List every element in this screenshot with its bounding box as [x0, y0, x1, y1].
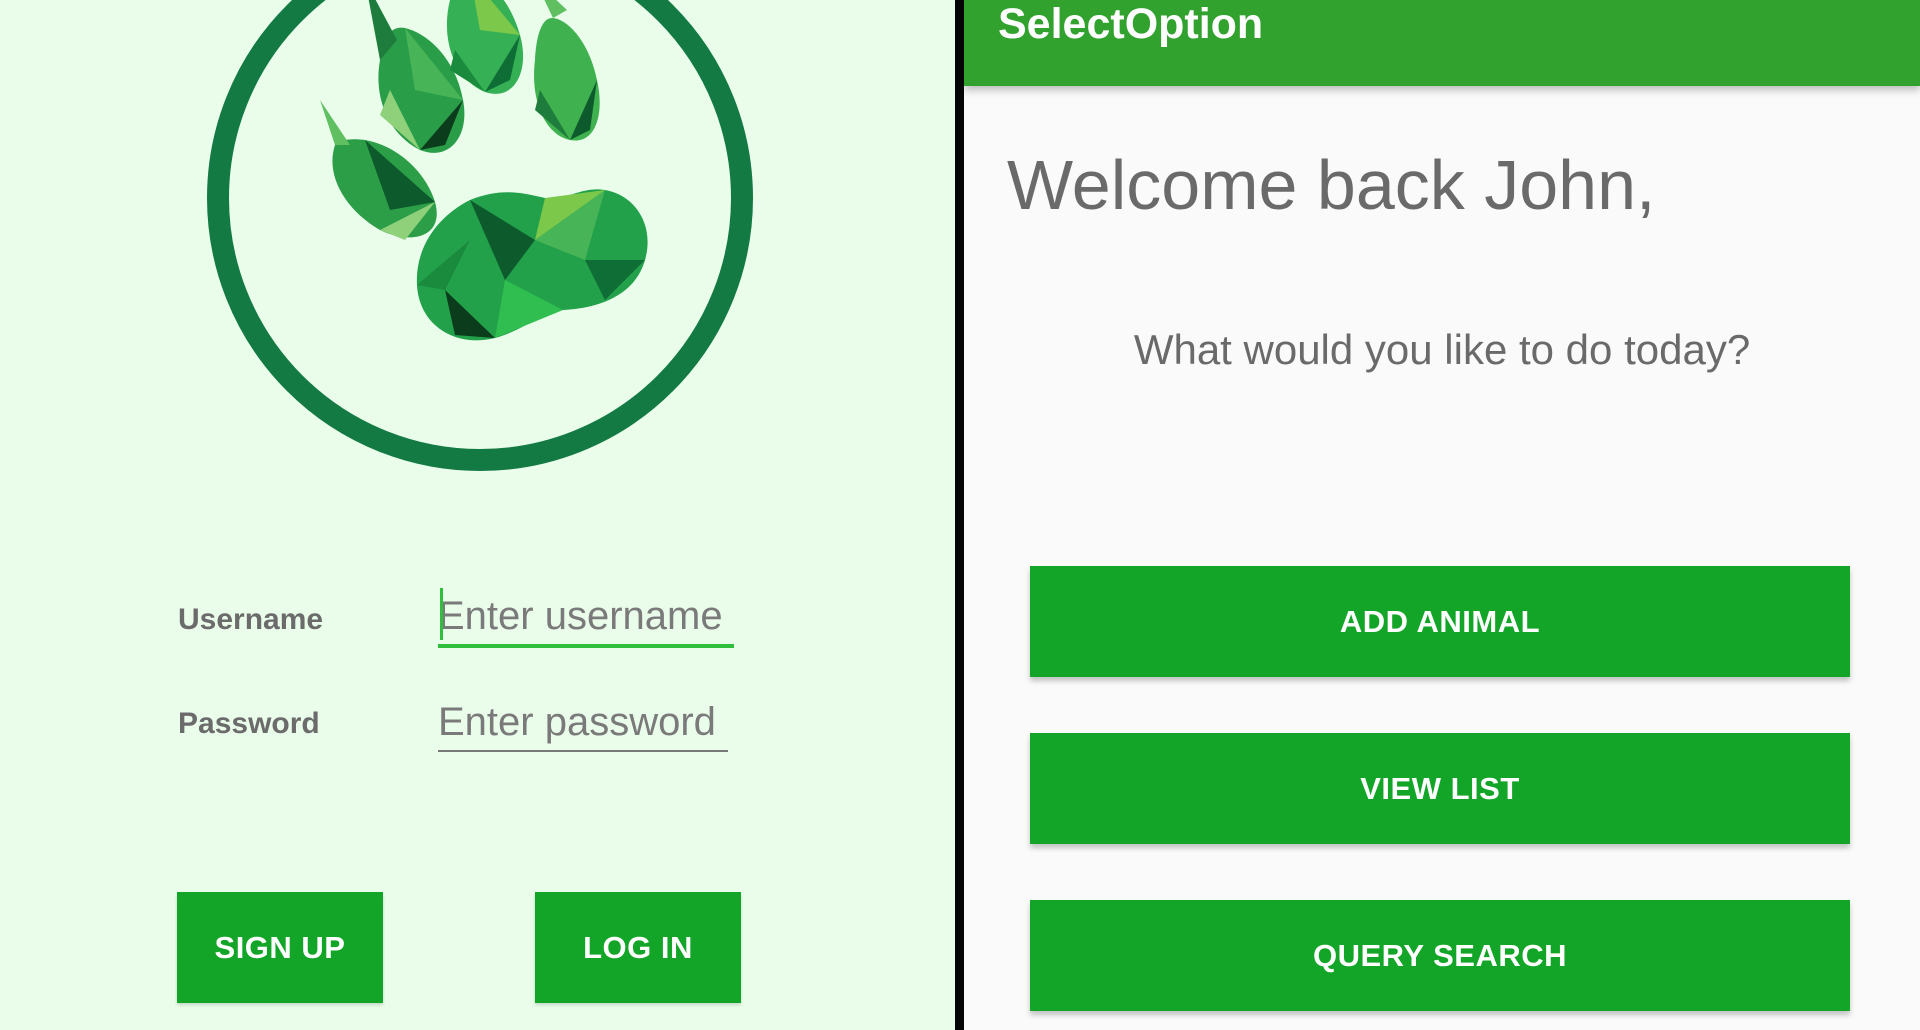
text-cursor: [440, 588, 443, 640]
password-input[interactable]: [438, 694, 728, 752]
view-list-button[interactable]: VIEW LIST: [1030, 733, 1850, 844]
username-label: Username: [178, 603, 324, 636]
password-label: Password: [178, 707, 320, 740]
prompt-text: What would you like to do today?: [1133, 326, 1751, 373]
sign-up-button[interactable]: SIGN UP: [177, 892, 383, 1003]
log-in-button[interactable]: LOG IN: [535, 892, 741, 1003]
screen-comparison: Username Password SIGN UP LOG IN SelectO…: [0, 0, 1920, 1030]
add-animal-button[interactable]: ADD ANIMAL: [1030, 566, 1850, 677]
welcome-heading: Welcome back John,: [1007, 146, 1656, 224]
username-input[interactable]: [438, 588, 734, 648]
app-bar: SelectOption: [964, 0, 1920, 86]
login-screen: Username Password SIGN UP LOG IN: [0, 0, 955, 1030]
app-bar-title: SelectOption: [998, 0, 1264, 48]
select-option-screen: SelectOption Welcome back John, What wou…: [964, 0, 1920, 1030]
paw-print-logo-icon: [205, 0, 755, 475]
panel-divider: [955, 0, 964, 1030]
query-search-button[interactable]: QUERY SEARCH: [1030, 900, 1850, 1011]
